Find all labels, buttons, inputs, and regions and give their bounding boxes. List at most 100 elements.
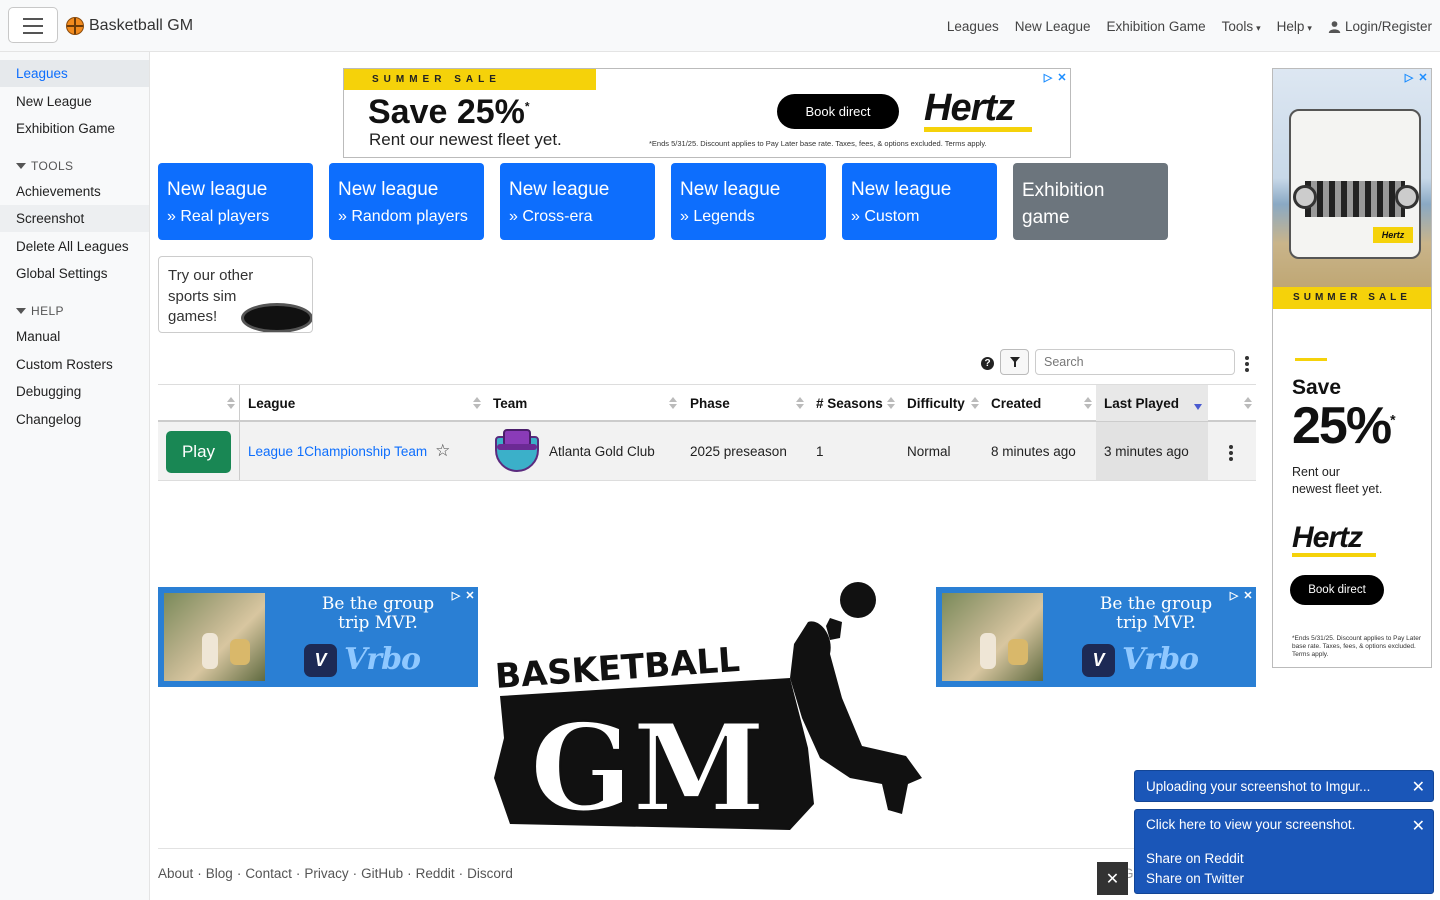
column-header-difficulty[interactable]: Difficulty — [899, 385, 983, 421]
footer-blog-link[interactable]: Blog — [206, 866, 233, 881]
screenshot-notification[interactable]: Click here to view your screenshot. Shar… — [1134, 809, 1434, 894]
footer-privacy-link[interactable]: Privacy — [304, 866, 348, 881]
new-league-real-players-button[interactable]: New league » Real players — [158, 163, 313, 240]
sidebar-help-heading[interactable]: HELP — [16, 304, 64, 318]
vrbo-ad-right[interactable]: Be the group trip MVP. V Vrbo ▷ ✕ — [936, 587, 1256, 687]
new-league-legends-button[interactable]: New league » Legends — [671, 163, 826, 240]
column-header-actions[interactable] — [1208, 385, 1256, 421]
hockey-puck-icon — [241, 303, 312, 332]
hertz-logo-underline — [1292, 553, 1376, 557]
ad-photo-figure — [230, 639, 250, 665]
new-league-random-players-button[interactable]: New league » Random players — [329, 163, 484, 240]
ad-line1: Be the group — [1099, 594, 1213, 614]
nav-help-dropdown[interactable]: Help ▾ — [1277, 19, 1312, 34]
ad-book-direct-button[interactable]: Book direct — [777, 94, 899, 129]
ad-close-icon[interactable]: ✕ — [1416, 70, 1430, 84]
ad-percent-text: 25% — [1292, 397, 1392, 455]
sidebar-tools-heading[interactable]: TOOLS — [16, 159, 73, 173]
adchoices-icon[interactable]: ▷ — [1402, 70, 1416, 84]
exhibition-game-button[interactable]: Exhibition game — [1013, 163, 1168, 240]
nav-tools-dropdown[interactable]: Tools ▾ — [1222, 19, 1261, 34]
help-icon[interactable]: ? — [981, 357, 994, 370]
footer-contact-link[interactable]: Contact — [245, 866, 292, 881]
view-screenshot-link[interactable]: Click here to view your screenshot. — [1146, 817, 1355, 832]
top-nav: Leagues New League Exhibition Game Tools… — [931, 0, 1432, 52]
column-header-seasons[interactable]: # Seasons — [808, 385, 899, 421]
row-options-icon[interactable] — [1229, 445, 1233, 461]
nav-tools-label: Tools — [1221, 18, 1254, 34]
upload-notification[interactable]: Uploading your screenshot to Imgur... ✕ — [1134, 770, 1434, 802]
footer-about-link[interactable]: About — [158, 866, 193, 881]
nav-login-register[interactable]: Login/Register — [1328, 19, 1432, 34]
league-link[interactable]: League 1Championship Team — [248, 444, 427, 459]
other-sports-button[interactable]: Try our other sports sim games! — [158, 256, 313, 333]
column-header-league[interactable]: League — [240, 385, 485, 421]
ad-close-icon[interactable]: ✕ — [1055, 70, 1069, 84]
ad-close-icon[interactable]: ✕ — [463, 588, 477, 602]
ad-choices[interactable]: ▷ ✕ — [1402, 70, 1430, 84]
sidebar-item-global-settings[interactable]: Global Settings — [0, 260, 149, 287]
sidebar-item-delete-all-leagues[interactable]: Delete All Leagues — [0, 233, 149, 260]
ad-book-direct-button[interactable]: Book direct — [1290, 575, 1384, 605]
sidebar-item-achievements[interactable]: Achievements — [0, 178, 149, 205]
sidebar-item-screenshot[interactable]: Screenshot — [0, 205, 149, 232]
menu-toggle-button[interactable] — [8, 7, 58, 43]
ad-rent-line2: newest fleet yet. — [1292, 482, 1383, 496]
nav-exhibition-game[interactable]: Exhibition Game — [1107, 19, 1206, 34]
button-line2: » Legends — [680, 208, 755, 225]
leagues-table-header: League Team Phase # Seasons Difficulty C… — [158, 384, 1256, 422]
header-label: Last Played — [1104, 395, 1180, 411]
play-button[interactable]: Play — [166, 431, 231, 473]
sidebar-item-debugging[interactable]: Debugging — [0, 378, 149, 405]
brand-link[interactable]: Basketball GM — [66, 15, 193, 37]
ad-choices[interactable]: ▷ ✕ — [449, 588, 477, 602]
adchoices-icon[interactable]: ▷ — [1227, 588, 1241, 602]
search-input[interactable] — [1035, 349, 1235, 375]
column-header-play[interactable] — [158, 385, 239, 421]
adchoices-icon[interactable]: ▷ — [1041, 70, 1055, 84]
column-header-phase[interactable]: Phase — [682, 385, 808, 421]
filter-button[interactable] — [1000, 349, 1029, 375]
button-line1: New league — [338, 179, 439, 200]
ad-choices[interactable]: ▷ ✕ — [1041, 70, 1069, 84]
close-overlay-icon[interactable]: ✕ — [1097, 862, 1128, 895]
sort-icon — [1084, 397, 1092, 410]
sort-icon — [796, 397, 804, 410]
column-header-created[interactable]: Created — [983, 385, 1096, 421]
adchoices-icon[interactable]: ▷ — [449, 588, 463, 602]
vrbo-ad-left[interactable]: Be the group trip MVP. V Vrbo ▷ ✕ — [158, 587, 478, 687]
close-icon[interactable]: ✕ — [1412, 777, 1425, 797]
sidebar-item-leagues[interactable]: Leagues — [0, 60, 149, 87]
star-icon[interactable]: ☆ — [435, 441, 450, 461]
sidebar-item-changelog[interactable]: Changelog — [0, 406, 149, 433]
nav-new-league[interactable]: New League — [1015, 19, 1091, 34]
new-league-custom-button[interactable]: New league » Custom — [842, 163, 997, 240]
team-name: Atlanta Gold Club — [549, 443, 655, 459]
button-line1: Exhibition — [1022, 180, 1105, 201]
ad-choices[interactable]: ▷ ✕ — [1227, 588, 1255, 602]
close-icon[interactable]: ✕ — [1412, 816, 1425, 836]
ad-line1: Be the group — [321, 594, 435, 614]
footer-github-link[interactable]: GitHub — [361, 866, 403, 881]
button-line2: » Random players — [338, 208, 468, 225]
hertz-side-ad[interactable]: Hertz SUMMER SALE Save 25%* Rent our newe… — [1272, 68, 1432, 668]
nav-leagues[interactable]: Leagues — [947, 19, 999, 34]
header-label: Team — [493, 395, 528, 411]
footer-discord-link[interactable]: Discord — [467, 866, 513, 881]
ad-close-icon[interactable]: ✕ — [1241, 588, 1255, 602]
ad-sale-strip: SUMMER SALE — [1273, 287, 1431, 309]
table-options-icon[interactable] — [1245, 356, 1249, 372]
new-league-cross-era-button[interactable]: New league » Cross-era — [500, 163, 655, 240]
sidebar-item-new-league[interactable]: New League — [0, 88, 149, 115]
sidebar-item-custom-rosters[interactable]: Custom Rosters — [0, 351, 149, 378]
footer-reddit-link[interactable]: Reddit — [416, 866, 455, 881]
column-header-last-played[interactable]: Last Played — [1096, 385, 1208, 421]
column-header-team[interactable]: Team — [485, 385, 681, 421]
team-cell: Atlanta Gold Club — [485, 422, 681, 480]
share-twitter-link[interactable]: Share on Twitter — [1146, 871, 1244, 886]
ad-headline: Save 25%* — [368, 93, 530, 132]
sidebar-item-exhibition-game[interactable]: Exhibition Game — [0, 115, 149, 142]
sidebar-item-manual[interactable]: Manual — [0, 323, 149, 350]
hertz-banner-ad[interactable]: SUMMER SALE Save 25%* Rent our newest fl… — [343, 68, 1071, 158]
share-reddit-link[interactable]: Share on Reddit — [1146, 851, 1244, 866]
